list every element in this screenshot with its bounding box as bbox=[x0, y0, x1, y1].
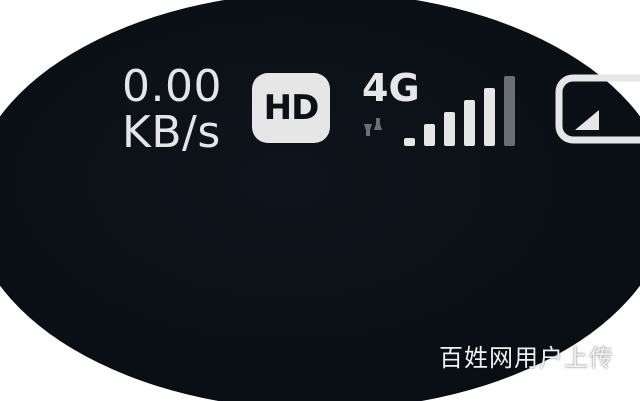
network-speed-value: 0.00 bbox=[122, 61, 222, 112]
signal-bar-5 bbox=[504, 76, 515, 146]
signal-bars-icon bbox=[404, 76, 515, 146]
signal-bar-4 bbox=[484, 88, 495, 146]
data-up-stem bbox=[366, 124, 370, 136]
hd-voice-badge: HD bbox=[252, 73, 330, 143]
data-arrows-icon bbox=[364, 118, 382, 136]
signal-strength bbox=[364, 76, 515, 146]
data-down-stem bbox=[376, 118, 380, 130]
signal-bar-0 bbox=[404, 138, 415, 146]
battery-icon bbox=[555, 74, 640, 144]
status-bar: 0.00 KB/s HD 4G 百姓网用户上传 bbox=[0, 0, 640, 401]
screenshot-stage: 0.00 KB/s HD 4G 百姓网用户上传 bbox=[0, 0, 640, 401]
network-speed-indicator: 0.00 KB/s bbox=[122, 64, 222, 156]
network-speed-unit: KB/s bbox=[122, 107, 221, 158]
signal-bar-3 bbox=[464, 100, 475, 146]
watermark-text: 百姓网用户上传 bbox=[439, 345, 614, 372]
signal-bar-2 bbox=[444, 112, 455, 146]
signal-bar-1 bbox=[424, 124, 435, 146]
